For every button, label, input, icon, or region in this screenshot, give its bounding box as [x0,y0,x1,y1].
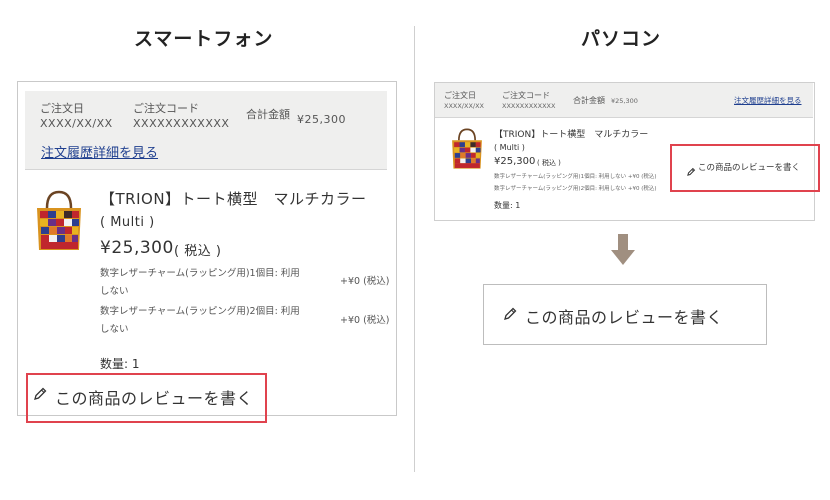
pc-price-tax: ( 税込 ) [537,159,561,167]
sp-order-date-label: ご注文日 [40,102,84,115]
sp-option-2-price: +¥0 (税込) [340,315,390,326]
sp-order-history-link[interactable]: 注文履歴詳細を見る [41,142,158,161]
sp-order-date-value: XXXX/XX/XX [40,117,113,130]
smartphone-section-title: スマートフォン [134,28,274,50]
sp-review-button[interactable]: この商品のレビューを書く [55,385,253,409]
zoom-review-button[interactable]: この商品のレビューを書く [525,304,723,328]
sp-product-title[interactable]: 【TRION】トート横型 マルチカラー [100,188,367,209]
pc-section-title: パソコン [581,28,662,50]
sp-product-color: ( Multi ) [100,215,155,230]
tote-bag-image [37,190,81,250]
pencil-icon [502,306,518,322]
sp-product-image[interactable] [33,190,85,252]
pc-order-code-value: XXXXXXXXXXXX [502,102,556,110]
pc-product-color: ( Multi ) [494,143,525,152]
pc-order-date-value: XXXX/XX/XX [444,102,485,110]
section-divider [414,26,415,472]
tote-bag-image [452,128,482,169]
pc-order-date-label: ご注文日 [444,91,476,100]
sp-quantity: 数量: 1 [100,357,140,371]
sp-order-code-value: XXXXXXXXXXXX [133,117,230,130]
sp-option-1-price: +¥0 (税込) [340,276,390,287]
pc-quantity: 数量: 1 [494,201,521,210]
pc-review-button[interactable]: この商品のレビューを書く [698,161,800,173]
sp-option-1-line2: しない [100,286,129,297]
pc-option-2: 数字レザーチャーム(ラッピング用)2個目: 利用しない +¥0 (税込) [494,186,657,192]
pencil-icon [686,162,696,176]
sp-header-divider [25,169,387,170]
sp-total-label: 合計金額 [246,108,290,121]
pc-product-title[interactable]: 【TRION】トート横型 マルチカラー [494,127,648,140]
sp-option-1-line1: 数字レザーチャーム(ラッピング用)1個目: 利用 [100,268,300,279]
sp-order-code-label: ご注文コード [133,102,199,115]
sp-option-2-line2: しない [100,324,129,335]
pc-product-image[interactable] [448,128,486,170]
sp-price-tax: ( 税込 ) [174,244,222,259]
pencil-icon [32,386,48,402]
pc-option-1: 数字レザーチャーム(ラッピング用)1個目: 利用しない +¥0 (税込) [494,174,657,180]
pc-order-code-label: ご注文コード [502,91,550,100]
sp-option-2-line1: 数字レザーチャーム(ラッピング用)2個目: 利用 [100,306,300,317]
sp-total-value: ¥25,300 [297,113,346,126]
pc-product-price: ¥25,300 [494,156,536,167]
arrow-down-icon [611,234,635,266]
pc-total-label: 合計金額 [573,96,605,105]
pc-order-history-link[interactable]: 注文履歴詳細を見る [734,95,802,106]
sp-product-price: ¥25,300 [100,238,174,258]
pc-total-value: ¥25,300 [611,97,638,105]
